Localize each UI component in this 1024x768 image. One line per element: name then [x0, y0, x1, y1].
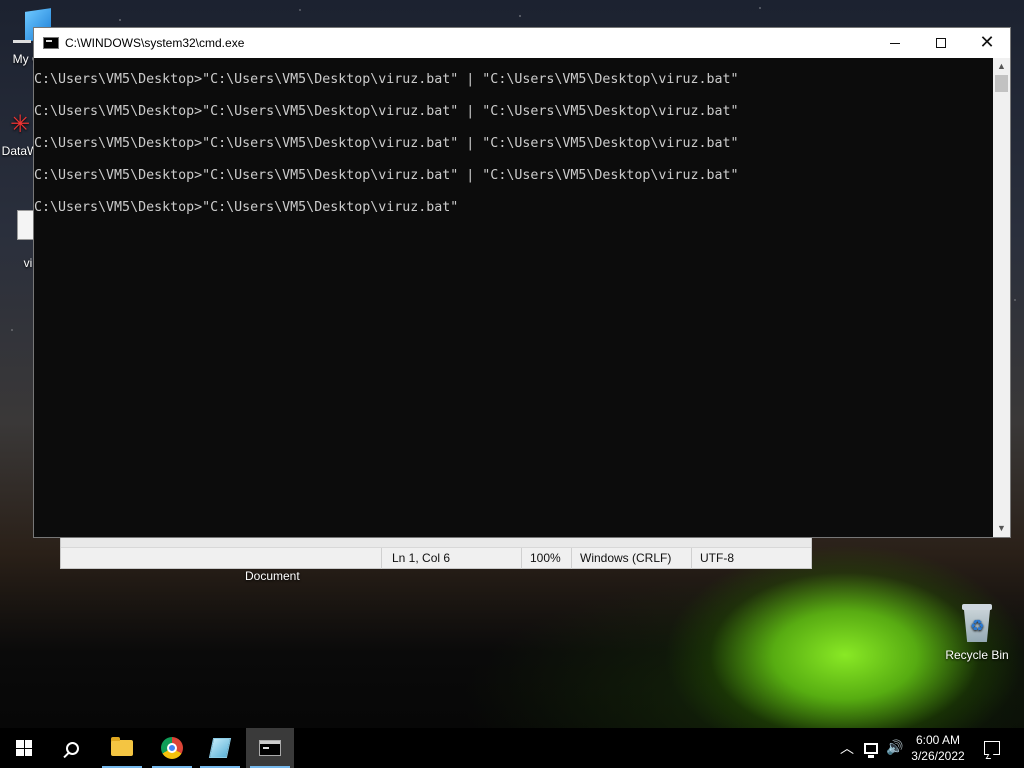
scroll-up-icon[interactable]: ▲: [993, 58, 1010, 75]
chrome-button[interactable]: [148, 728, 196, 768]
window-title: C:\WINDOWS\system32\cmd.exe: [65, 36, 245, 50]
maximize-button[interactable]: [918, 28, 964, 58]
speaker-icon: 🔊: [886, 740, 904, 756]
search-icon: [65, 741, 79, 755]
notification-icon: [984, 741, 1000, 755]
minimize-icon: [890, 42, 900, 44]
cmd-icon: [259, 740, 281, 756]
notepad-status-bar: Ln 1, Col 6 100% Windows (CRLF) UTF-8: [61, 548, 811, 569]
notepad-icon: [208, 738, 232, 758]
clock-time: 6:00 AM: [915, 733, 961, 747]
show-hidden-icons-button[interactable]: ︿: [836, 728, 858, 768]
chevron-up-icon: ︿: [840, 740, 854, 756]
status-cursor-position: Ln 1, Col 6: [381, 548, 521, 569]
folder-icon: [111, 737, 133, 756]
clock[interactable]: 6:00 AM 3/26/2022: [908, 728, 968, 768]
close-icon: ✕: [979, 32, 995, 53]
cmd-icon: [43, 37, 59, 49]
app-shortcut-icon: ✳: [9, 111, 31, 138]
network-button[interactable]: [860, 728, 882, 768]
cmd-titlebar[interactable]: C:\WINDOWS\system32\cmd.exe ✕: [34, 28, 1010, 58]
scroll-thumb[interactable]: [995, 75, 1008, 92]
close-button[interactable]: ✕: [964, 28, 1010, 58]
console-line: C:\Users\VM5\Desktop>"C:\Users\VM5\Deskt…: [34, 200, 459, 215]
console-line: C:\Users\VM5\Desktop>"C:\Users\VM5\Deskt…: [34, 136, 739, 151]
windows-logo-icon: [16, 740, 32, 756]
status-line-endings: Windows (CRLF): [571, 548, 691, 569]
search-button[interactable]: [48, 728, 96, 768]
taskbar: ︿ 🔊 6:00 AM 3/26/2022: [0, 728, 1024, 768]
console-line: C:\Users\VM5\Desktop>"C:\Users\VM5\Deskt…: [34, 72, 739, 87]
status-zoom: 100%: [521, 548, 571, 569]
network-icon: [864, 742, 878, 758]
notepad-window[interactable]: Ln 1, Col 6 100% Windows (CRLF) UTF-8: [60, 537, 812, 569]
desktop-icon-recycle-bin[interactable]: ♻ Recycle Bin: [940, 602, 1014, 662]
desktop-icon-label-document[interactable]: Document: [245, 569, 300, 583]
console-line: C:\Users\VM5\Desktop>"C:\Users\VM5\Deskt…: [34, 168, 739, 183]
volume-button[interactable]: 🔊: [884, 728, 906, 768]
action-center-button[interactable]: [968, 728, 1016, 768]
horizontal-scrollbar[interactable]: [61, 538, 811, 548]
file-explorer-button[interactable]: [98, 728, 146, 768]
console-line: C:\Users\VM5\Desktop>"C:\Users\VM5\Deskt…: [34, 104, 739, 119]
start-button[interactable]: [0, 728, 48, 768]
minimize-button[interactable]: [872, 28, 918, 58]
console-output[interactable]: C:\Users\VM5\Desktop>"C:\Users\VM5\Deskt…: [34, 58, 993, 537]
cmd-taskbar-button[interactable]: [246, 728, 294, 768]
scroll-down-icon[interactable]: ▼: [993, 520, 1010, 537]
notepad-button[interactable]: [196, 728, 244, 768]
cmd-window[interactable]: C:\WINDOWS\system32\cmd.exe ✕ C:\Users\V…: [33, 27, 1011, 538]
status-spacer: [61, 548, 381, 569]
vertical-scrollbar[interactable]: ▲ ▼: [993, 58, 1010, 537]
desktop-icon-label: Recycle Bin: [945, 648, 1009, 662]
recycle-bin-icon: ♻: [958, 602, 996, 644]
maximize-icon: [936, 38, 946, 48]
status-encoding: UTF-8: [691, 548, 811, 569]
clock-date: 3/26/2022: [911, 749, 965, 763]
chrome-icon: [161, 737, 183, 759]
